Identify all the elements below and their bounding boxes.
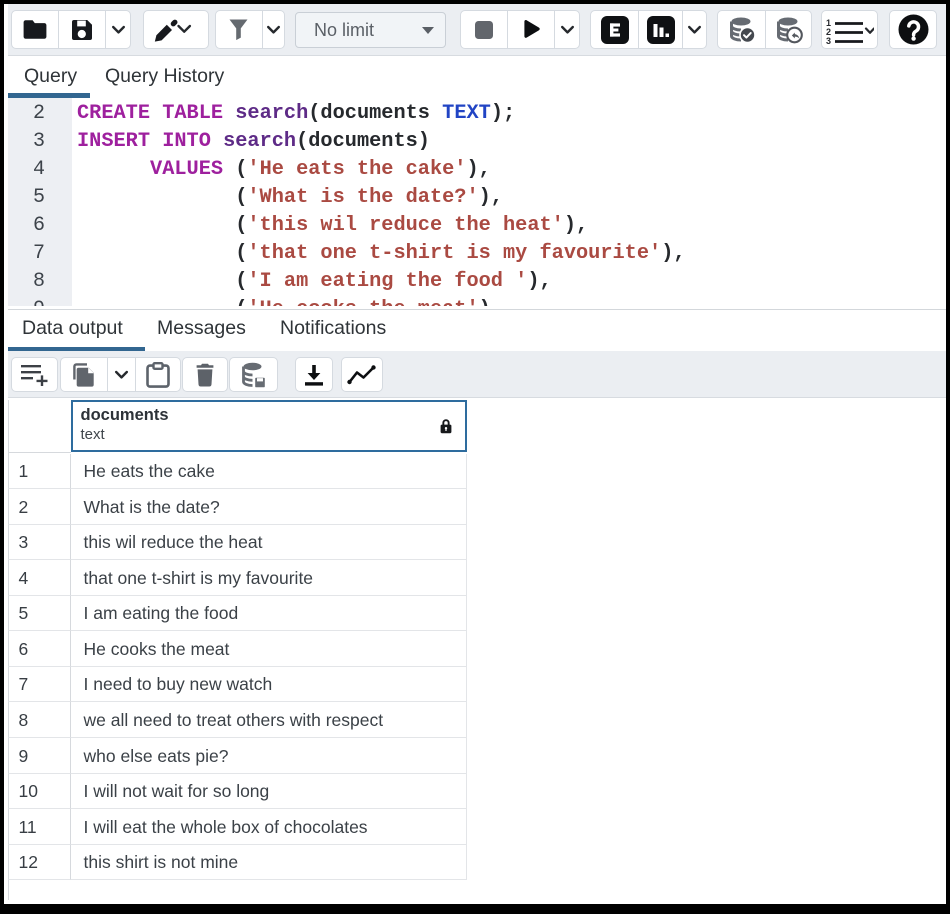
svg-text:3: 3 — [826, 36, 831, 45]
